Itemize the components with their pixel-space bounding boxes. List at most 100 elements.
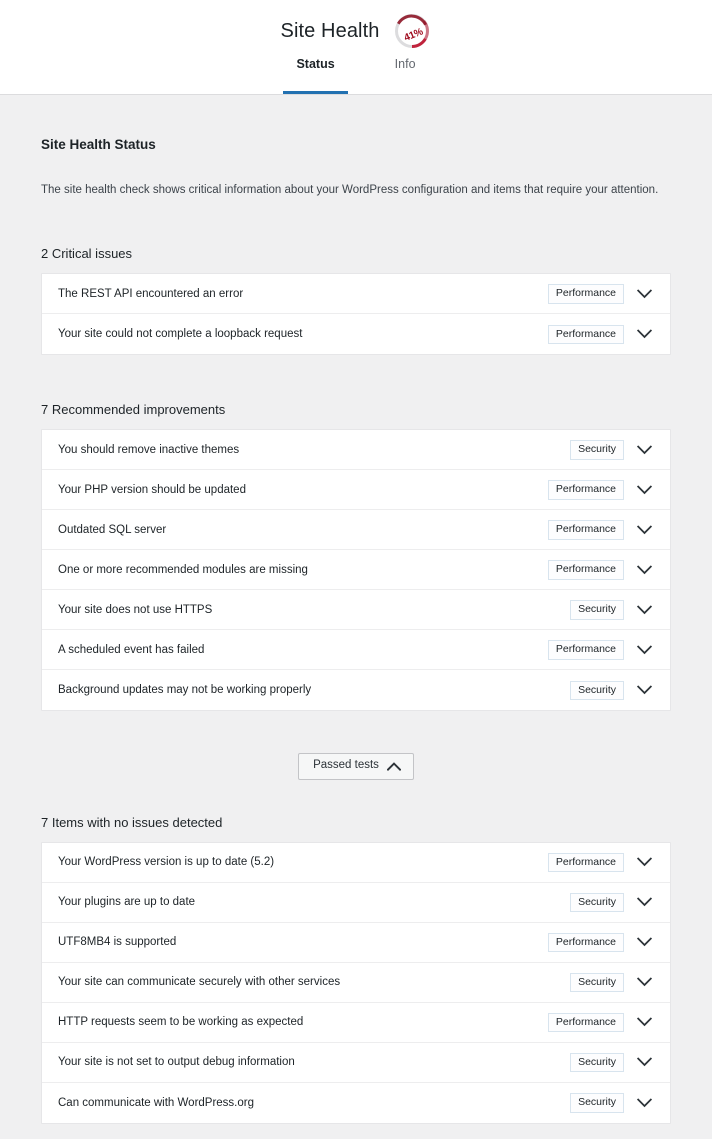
status-badge: Security <box>570 681 624 701</box>
chevron-down-icon[interactable] <box>636 894 652 910</box>
issue-row[interactable]: Can communicate with WordPress.org Securi… <box>42 1083 670 1123</box>
chevron-down-icon[interactable] <box>636 1095 652 1111</box>
issue-label: A scheduled event has failed <box>58 642 528 658</box>
status-badge: Security <box>570 1093 624 1113</box>
header-title-row: Site Health 41% <box>0 0 712 52</box>
passed-tests-heading: 7 Items with no issues detected <box>41 780 671 842</box>
chevron-down-icon[interactable] <box>636 326 652 342</box>
issue-label: Outdated SQL server <box>58 522 528 538</box>
chevron-down-icon[interactable] <box>636 1054 652 1070</box>
passed-tests-toggle-label: Passed tests <box>313 760 379 772</box>
issue-label: HTTP requests seem to be working as expe… <box>58 1014 528 1030</box>
issue-row[interactable]: You should remove inactive themes Securit… <box>42 430 670 470</box>
chevron-down-icon[interactable] <box>636 522 652 538</box>
issue-row[interactable]: Your site can communicate securely with … <box>42 963 670 1003</box>
site-health-status-heading: Site Health Status <box>41 95 671 152</box>
issue-row[interactable]: Background updates may not be working pr… <box>42 670 670 710</box>
status-badge: Performance <box>548 853 624 873</box>
tab-bar: Status Info <box>0 52 712 94</box>
issue-label: Your plugins are up to date <box>58 894 528 910</box>
chevron-down-icon[interactable] <box>636 934 652 950</box>
critical-issues-heading: 2 Critical issues <box>41 199 671 273</box>
chevron-down-icon[interactable] <box>636 286 652 302</box>
issue-badge-slot: Security <box>528 681 624 701</box>
status-badge: Performance <box>548 520 624 540</box>
issue-badge-slot: Performance <box>528 480 624 500</box>
status-badge: Performance <box>548 325 624 345</box>
chevron-down-icon[interactable] <box>636 442 652 458</box>
issue-badge-slot: Performance <box>528 1013 624 1033</box>
issue-label: Your PHP version should be updated <box>58 482 528 498</box>
status-badge: Performance <box>548 933 624 953</box>
passed-tests-toggle[interactable]: Passed tests <box>298 753 414 780</box>
chevron-down-icon[interactable] <box>636 854 652 870</box>
issue-label: The REST API encountered an error <box>58 286 528 302</box>
issue-label: Your site can communicate securely with … <box>58 974 528 990</box>
passed-tests-card: Your WordPress version is up to date (5.… <box>41 842 671 1124</box>
tab-status[interactable]: Status <box>292 52 338 94</box>
issue-label: UTF8MB4 is supported <box>58 934 528 950</box>
chevron-down-icon[interactable] <box>636 602 652 618</box>
chevron-down-icon[interactable] <box>636 682 652 698</box>
issue-row[interactable]: Your site does not use HTTPS Security <box>42 590 670 630</box>
recommended-improvements-heading: 7 Recommended improvements <box>41 355 671 429</box>
issue-row[interactable]: Your site could not complete a loopback … <box>42 314 670 354</box>
critical-issues-card: The REST API encountered an error Perform… <box>41 273 671 355</box>
issue-row[interactable]: Outdated SQL server Performance <box>42 510 670 550</box>
issue-label: You should remove inactive themes <box>58 442 528 458</box>
site-health-gauge: 41% <box>393 12 431 50</box>
issue-badge-slot: Security <box>528 1093 624 1113</box>
issue-row[interactable]: UTF8MB4 is supported Performance <box>42 923 670 963</box>
issue-badge-slot: Security <box>528 440 624 460</box>
issue-badge-slot: Security <box>528 1053 624 1073</box>
status-badge: Performance <box>548 640 624 660</box>
issue-row[interactable]: Your site is not set to output debug inf… <box>42 1043 670 1083</box>
recommended-improvements-card: You should remove inactive themes Securit… <box>41 429 671 711</box>
chevron-down-icon[interactable] <box>636 562 652 578</box>
issue-row[interactable]: Your WordPress version is up to date (5.… <box>42 843 670 883</box>
issue-row[interactable]: A scheduled event has failed Performance <box>42 630 670 670</box>
issue-row[interactable]: The REST API encountered an error Perform… <box>42 274 670 314</box>
issue-badge-slot: Performance <box>528 284 624 304</box>
issue-row[interactable]: Your PHP version should be updated Perfor… <box>42 470 670 510</box>
chevron-down-icon[interactable] <box>636 1014 652 1030</box>
page-header: Site Health 41% Status Info <box>0 0 712 95</box>
issue-badge-slot: Performance <box>528 520 624 540</box>
issue-label: One or more recommended modules are miss… <box>58 562 528 578</box>
status-badge: Performance <box>548 560 624 580</box>
issue-badge-slot: Performance <box>528 933 624 953</box>
issue-label: Your site is not set to output debug inf… <box>58 1054 528 1070</box>
status-badge: Performance <box>548 284 624 304</box>
issue-row[interactable]: One or more recommended modules are miss… <box>42 550 670 590</box>
issue-row[interactable]: Your plugins are up to date Security <box>42 883 670 923</box>
issue-badge-slot: Security <box>528 600 624 620</box>
tab-status-label: Status <box>296 57 334 71</box>
status-badge: Security <box>570 440 624 460</box>
tab-info[interactable]: Info <box>391 52 420 94</box>
chevron-down-icon[interactable] <box>636 974 652 990</box>
status-badge: Security <box>570 1053 624 1073</box>
page-title: Site Health <box>281 21 380 41</box>
issue-label: Your site could not complete a loopback … <box>58 326 528 342</box>
issue-label: Your WordPress version is up to date (5.… <box>58 854 528 870</box>
issue-badge-slot: Security <box>528 893 624 913</box>
status-badge: Security <box>570 893 624 913</box>
issue-label: Can communicate with WordPress.org <box>58 1095 528 1111</box>
status-badge: Performance <box>548 480 624 500</box>
issue-badge-slot: Performance <box>528 325 624 345</box>
tab-info-label: Info <box>395 57 416 71</box>
issue-badge-slot: Performance <box>528 640 624 660</box>
issue-label: Your site does not use HTTPS <box>58 602 528 618</box>
main-content: Site Health Status The site health check… <box>0 95 712 1139</box>
issue-badge-slot: Security <box>528 973 624 993</box>
issue-label: Background updates may not be working pr… <box>58 682 528 698</box>
chevron-down-icon[interactable] <box>636 482 652 498</box>
issue-row[interactable]: HTTP requests seem to be working as expe… <box>42 1003 670 1043</box>
chevron-down-icon[interactable] <box>636 642 652 658</box>
site-health-intro: The site health check shows critical inf… <box>41 152 671 199</box>
chevron-up-icon <box>387 762 401 771</box>
status-badge: Security <box>570 973 624 993</box>
status-badge: Performance <box>548 1013 624 1033</box>
passed-tests-toggle-wrap: Passed tests <box>41 711 671 780</box>
status-badge: Security <box>570 600 624 620</box>
